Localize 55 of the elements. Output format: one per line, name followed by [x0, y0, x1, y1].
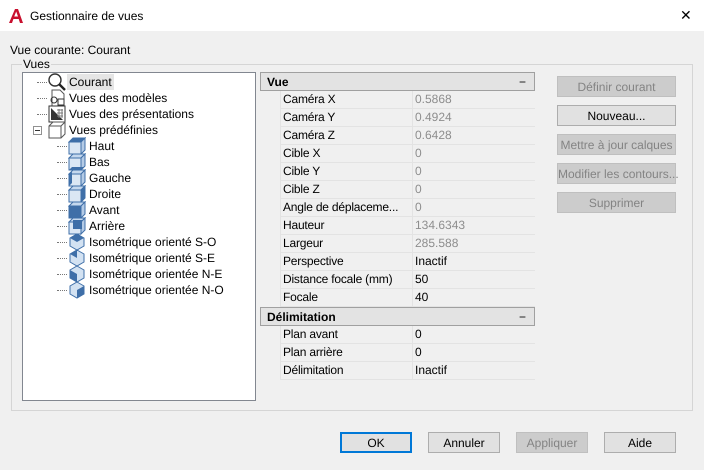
dialog-button[interactable]: Nouveau...: [557, 105, 676, 126]
property-name: Délimitation: [281, 362, 413, 379]
property-name: Largeur: [281, 235, 413, 252]
tree-item[interactable]: Gauche: [87, 170, 134, 186]
close-button[interactable]: ✕: [668, 0, 704, 31]
cube-icon: [68, 169, 86, 187]
cube-icon: [68, 137, 86, 155]
cube-icon: [68, 201, 86, 219]
category-title: Vue: [267, 74, 289, 90]
cube-icon: [68, 153, 86, 171]
tree-item[interactable]: Isométrique orientée N-E: [87, 266, 224, 282]
tree-item[interactable]: Bas: [87, 154, 112, 170]
isometric-cube-icon: [68, 249, 86, 267]
tree-item[interactable]: Haut: [87, 138, 116, 154]
tree-item[interactable]: Vues prédéfinies: [67, 122, 160, 138]
property-name: Cible Y: [281, 163, 413, 180]
property-name: Hauteur: [281, 217, 413, 234]
property-name: Focale: [281, 289, 413, 306]
tree-item[interactable]: Arrière: [87, 218, 128, 234]
property-name: Caméra Z: [281, 127, 413, 144]
property-name: Perspective: [281, 253, 413, 270]
property-name: Caméra Y: [281, 109, 413, 126]
window-title: Gestionnaire de vues: [30, 8, 144, 24]
category-title: Délimitation: [267, 308, 336, 326]
property-name: Distance focale (mm): [281, 271, 413, 288]
property-name: Cible X: [281, 145, 413, 162]
property-name: Plan arrière: [281, 344, 413, 361]
tree-item[interactable]: Isométrique orienté S-E: [87, 250, 218, 266]
dialog-button[interactable]: Annuler: [428, 432, 500, 453]
tree-item[interactable]: Avant: [87, 202, 122, 218]
collapse-toggle[interactable]: −: [518, 72, 528, 90]
tree-item[interactable]: Vues des modèles: [67, 90, 170, 106]
cube-outline-icon: [48, 121, 66, 139]
current-view-label: Vue courante: Courant: [10, 42, 132, 57]
property-name: Angle de déplaceme...: [281, 199, 413, 216]
dialog-button[interactable]: Aide: [604, 432, 676, 453]
property-name: Caméra X: [281, 91, 413, 108]
tree-item[interactable]: Droite: [87, 186, 124, 202]
property-name: Plan avant: [281, 326, 413, 343]
isometric-cube-icon: [68, 281, 86, 299]
cube-icon: [68, 217, 86, 235]
collapse-toggle[interactable]: [33, 126, 42, 134]
tree-item[interactable]: Isométrique orienté S-O: [87, 234, 218, 250]
document-magnifier-icon: [48, 89, 66, 107]
tree-item[interactable]: Vues des présentations: [67, 106, 196, 122]
collapse-toggle[interactable]: −: [518, 308, 528, 326]
group-label: Vues: [22, 58, 51, 71]
tree-item[interactable]: Courant: [67, 74, 114, 90]
app-logo-icon: [8, 8, 24, 24]
isometric-cube-icon: [68, 265, 86, 283]
isometric-cube-icon: [68, 233, 86, 251]
property-name: Cible Z: [281, 181, 413, 198]
tree-item[interactable]: Isométrique orientée N-O: [87, 282, 226, 298]
cube-icon: [68, 185, 86, 203]
dialog-button[interactable]: OK: [340, 432, 412, 453]
